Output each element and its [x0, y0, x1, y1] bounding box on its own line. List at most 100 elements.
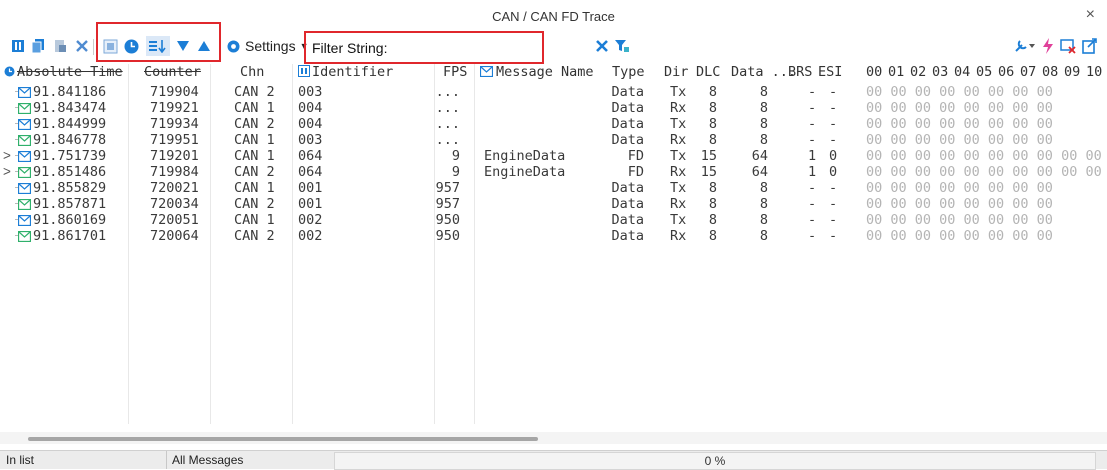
- cell-identifier: 004: [298, 100, 323, 116]
- expand-arrow-icon[interactable]: >: [3, 148, 11, 163]
- cell-data-length: 8: [759, 84, 768, 100]
- table-row[interactable]: 91.843474 719921 CAN 1 004... Data Rx 8 8 - - 00 0…: [0, 100, 1107, 116]
- column-header-byte-00[interactable]: 00: [866, 64, 882, 80]
- column-header-message-name[interactable]: Message Name: [496, 64, 594, 80]
- cell-esi: -: [829, 180, 838, 196]
- delete-icon[interactable]: [74, 38, 90, 54]
- cell-data-bytes: 00 00 00 00 00 00 00 00: [866, 196, 1053, 212]
- column-header-byte-05[interactable]: 05: [976, 64, 992, 80]
- column-header-data[interactable]: Data ...: [731, 64, 796, 80]
- column-header-identifier[interactable]: Identifier: [312, 64, 393, 80]
- clear-filter-icon[interactable]: [594, 38, 610, 54]
- cell-dlc: 8: [708, 180, 717, 196]
- chevron-down-icon: ▼: [299, 41, 309, 51]
- cell-data-bytes: 00 00 00 00 00 00 00 00: [866, 212, 1053, 228]
- close-icon[interactable]: ×: [1086, 6, 1095, 24]
- pause-icon[interactable]: [10, 38, 26, 54]
- table-row[interactable]: 91.846778 719951 CAN 1 003... Data Rx 8 8 - - 00 0…: [0, 132, 1107, 148]
- horizontal-scrollbar[interactable]: [0, 432, 1107, 444]
- cell-chn: CAN 2: [234, 116, 275, 132]
- cell-data-length: 8: [759, 196, 768, 212]
- cell-brs: -: [808, 84, 817, 100]
- clock-icon[interactable]: [123, 38, 139, 54]
- column-header-dlc[interactable]: DLC: [696, 64, 720, 80]
- table-row[interactable]: 91.861701 720064 CAN 2 002 950 Data Rx 8 8 - - 00 0…: [0, 228, 1107, 244]
- cell-absolute-time: 91.841186: [33, 84, 107, 100]
- column-header-byte-04[interactable]: 04: [954, 64, 970, 80]
- cell-identifier: 002: [298, 212, 323, 228]
- table-row[interactable]: 91.860169 720051 CAN 1 002 950 Data Tx 8 8 - - 00 0…: [0, 212, 1107, 228]
- status-all-messages: All Messages: [172, 453, 244, 467]
- cell-absolute-time: 91.843474: [33, 100, 107, 116]
- toolbar: Settings ▼ Filter String:: [0, 22, 1107, 64]
- column-header-byte-09[interactable]: 09: [1064, 64, 1080, 80]
- column-header-byte-01[interactable]: 01: [888, 64, 904, 80]
- column-header-fps[interactable]: FPS: [443, 64, 467, 80]
- column-header-byte-10[interactable]: 10: [1086, 64, 1102, 80]
- cell-type: FD: [627, 148, 644, 164]
- cell-type: Data: [611, 132, 644, 148]
- cell-fps: ...: [435, 100, 460, 116]
- cell-counter: 719984: [150, 164, 199, 180]
- column-header-absolute-time[interactable]: Absolute Time: [17, 64, 123, 80]
- export-icon[interactable]: [1082, 38, 1098, 54]
- scrollbar-thumb[interactable]: [28, 437, 538, 441]
- table-row[interactable]: 91.841186 719904 CAN 2 003... Data Tx 8 8 - - 00 0…: [0, 84, 1107, 100]
- filter-string-input[interactable]: Filter String:: [312, 40, 387, 56]
- wrench-icon[interactable]: [1014, 38, 1036, 54]
- cell-brs: -: [808, 196, 817, 212]
- table-row[interactable]: >91.751739 719201 CAN 1 064 9 EngineData FD Tx 1…: [0, 148, 1107, 164]
- clipboard-icon[interactable]: [52, 38, 68, 54]
- cell-chn: CAN 2: [234, 228, 275, 244]
- lightning-icon[interactable]: [1040, 38, 1056, 54]
- settings-button[interactable]: Settings ▼: [226, 38, 309, 54]
- cell-esi: -: [829, 212, 838, 228]
- cell-data-length: 64: [751, 164, 768, 180]
- cell-absolute-time: 91.751739: [33, 148, 107, 164]
- table-row[interactable]: 91.855829 720021 CAN 1 001 957 Data Tx 8 8 - - 00 0…: [0, 180, 1107, 196]
- cell-chn: CAN 1: [234, 148, 275, 164]
- cell-data-bytes: 00 00 00 00 00 00 00 00 00 00 00: [866, 164, 1107, 180]
- cell-type: Data: [611, 196, 644, 212]
- column-header-byte-07[interactable]: 07: [1020, 64, 1036, 80]
- column-header-byte-06[interactable]: 06: [998, 64, 1014, 80]
- cell-type: Data: [611, 228, 644, 244]
- cell-counter: 720064: [150, 228, 199, 244]
- column-header-chn[interactable]: Chn: [240, 64, 264, 80]
- column-header-counter[interactable]: Counter: [144, 64, 201, 80]
- clear-window-icon[interactable]: [1060, 38, 1076, 54]
- cell-data-length: 8: [759, 116, 768, 132]
- column-header-esi[interactable]: ESI: [818, 64, 842, 80]
- cell-data-length: 8: [759, 100, 768, 116]
- table-row[interactable]: >91.851486 719984 CAN 2 064 9 EngineData FD Rx 1…: [0, 164, 1107, 180]
- expand-arrow-icon[interactable]: >: [3, 164, 11, 179]
- column-header-dir[interactable]: Dir: [664, 64, 688, 80]
- cell-type: Data: [611, 180, 644, 196]
- copy-icon[interactable]: [30, 38, 46, 54]
- column-header-byte-03[interactable]: 03: [932, 64, 948, 80]
- cell-esi: -: [829, 100, 838, 116]
- funnel-icon[interactable]: [614, 38, 630, 54]
- cell-counter: 719921: [150, 100, 199, 116]
- cell-data-bytes: 00 00 00 00 00 00 00 00 00 00 00: [866, 148, 1107, 164]
- id-column-icon: [298, 64, 310, 80]
- cell-data-bytes: 00 00 00 00 00 00 00 00: [866, 116, 1053, 132]
- table-row[interactable]: 91.857871 720034 CAN 2 001 957 Data Rx 8 8 - - 00 0…: [0, 196, 1107, 212]
- column-header-type[interactable]: Type: [612, 64, 645, 80]
- cell-esi: -: [829, 196, 838, 212]
- trace-table[interactable]: Absolute Time Counter Chn Identifier FPS…: [0, 64, 1107, 428]
- cell-absolute-time: 91.855829: [33, 180, 107, 196]
- cell-fps: 950: [435, 212, 460, 228]
- sort-order-toggle[interactable]: [146, 36, 170, 56]
- column-header-byte-02[interactable]: 02: [910, 64, 926, 80]
- cell-fps: 957: [435, 180, 460, 196]
- table-row[interactable]: 91.844999 719934 CAN 2 004... Data Tx 8 8 - - 00 0…: [0, 116, 1107, 132]
- message-envelope-icon: [17, 166, 32, 181]
- column-header-byte-08[interactable]: 08: [1042, 64, 1058, 80]
- triangle-up-icon[interactable]: [196, 38, 212, 54]
- cell-type: Data: [611, 116, 644, 132]
- cell-type: Data: [611, 84, 644, 100]
- column-header-brs[interactable]: BRS: [788, 64, 812, 80]
- triangle-down-icon[interactable]: [175, 38, 191, 54]
- stopwatch-icon[interactable]: [102, 38, 118, 54]
